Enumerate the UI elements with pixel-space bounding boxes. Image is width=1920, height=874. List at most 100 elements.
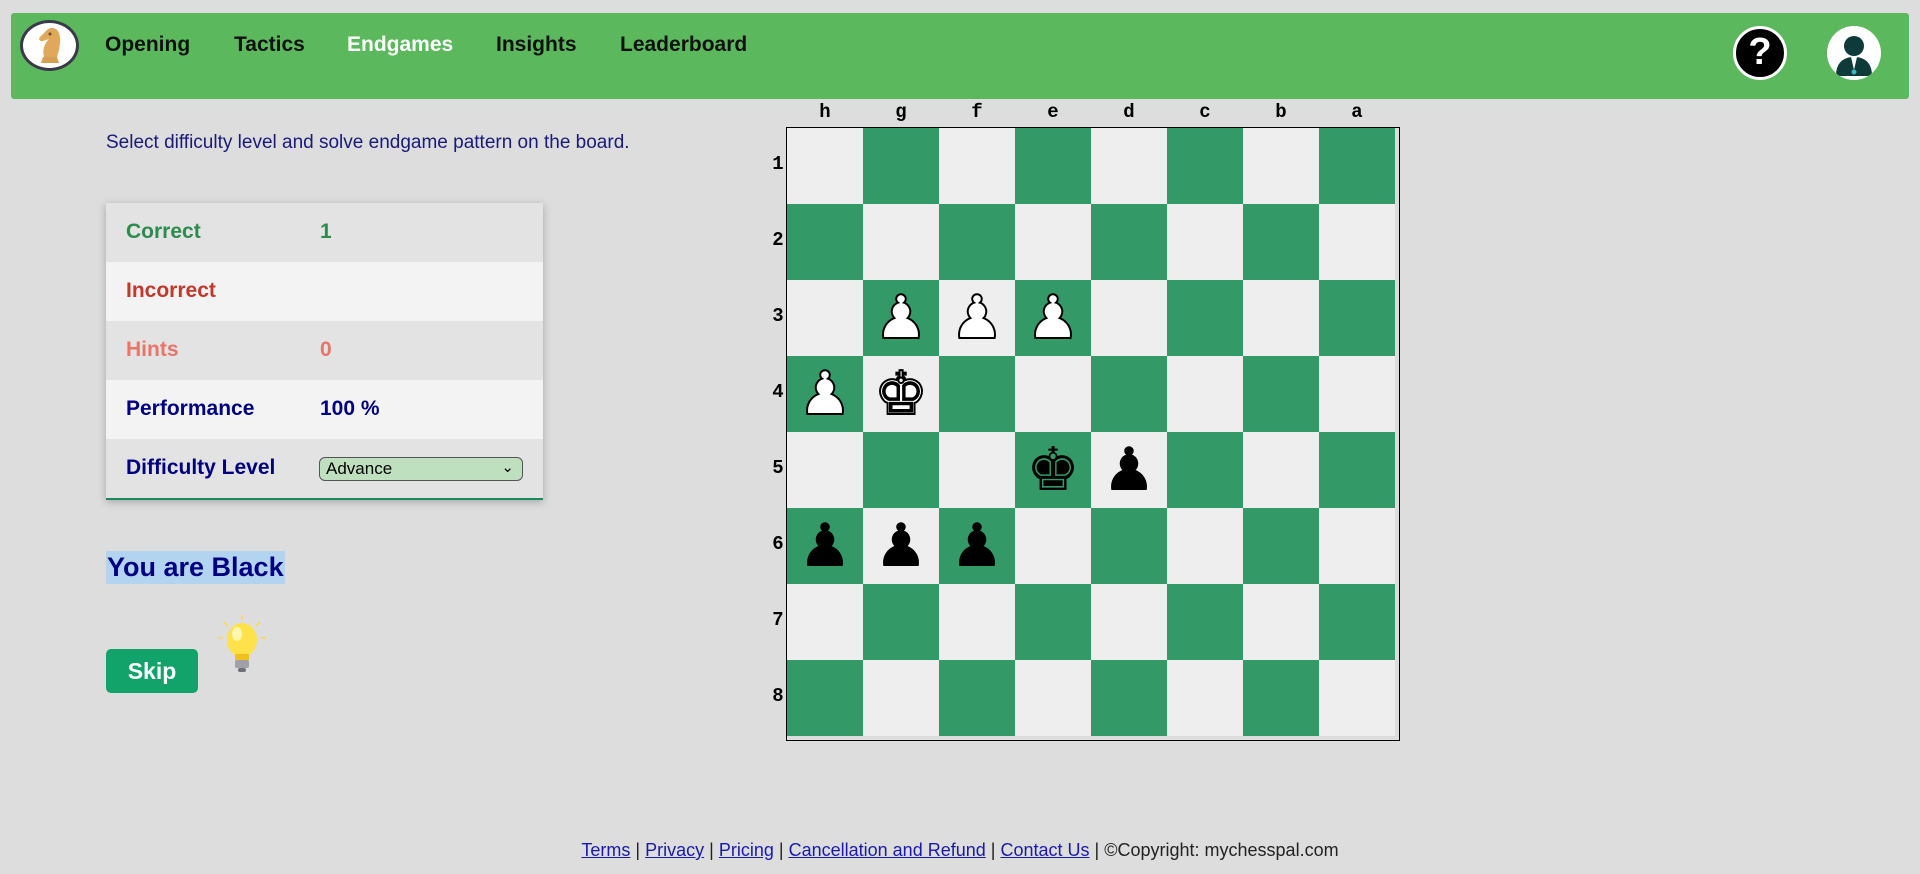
footer-link-cancellation[interactable]: Cancellation and Refund <box>789 840 986 860</box>
square-e8[interactable] <box>1015 660 1091 736</box>
footer-link-privacy[interactable]: Privacy <box>645 840 704 860</box>
nav-leaderboard[interactable]: Leaderboard <box>620 33 747 57</box>
footer-separator: | <box>709 840 714 860</box>
skip-button[interactable]: Skip <box>106 649 198 693</box>
square-c8[interactable] <box>1167 660 1243 736</box>
difficulty-select[interactable]: Advance ⌄ <box>319 457 523 481</box>
white-pawn-icon[interactable]: ♟ <box>863 280 939 356</box>
square-f8[interactable] <box>939 660 1015 736</box>
square-g5[interactable] <box>863 432 939 508</box>
rank-label-8: 8 <box>772 685 784 707</box>
square-d4[interactable] <box>1091 356 1167 432</box>
square-f1[interactable] <box>939 128 1015 204</box>
square-g1[interactable] <box>863 128 939 204</box>
square-g8[interactable] <box>863 660 939 736</box>
square-b8[interactable] <box>1243 660 1319 736</box>
square-a7[interactable] <box>1319 584 1395 660</box>
user-avatar-icon[interactable] <box>1827 26 1881 80</box>
stat-row-difficulty: Difficulty Level Advance ⌄ <box>106 439 543 498</box>
square-d7[interactable] <box>1091 584 1167 660</box>
square-d1[interactable] <box>1091 128 1167 204</box>
performance-label: Performance <box>126 397 255 420</box>
white-pawn-icon[interactable]: ♟ <box>787 356 863 432</box>
square-h7[interactable] <box>787 584 863 660</box>
square-h2[interactable] <box>787 204 863 280</box>
square-b1[interactable] <box>1243 128 1319 204</box>
footer-link-contact[interactable]: Contact Us <box>1000 840 1089 860</box>
white-pawn-icon[interactable]: ♟ <box>939 280 1015 356</box>
stat-row-incorrect: Incorrect <box>106 262 543 321</box>
chess-board[interactable]: ♟ ♟ ♟ ♟ ♚ ♚ ♟ ♟ ♟ ♟ <box>786 127 1400 741</box>
rank-label-4: 4 <box>772 381 784 403</box>
square-a8[interactable] <box>1319 660 1395 736</box>
white-king-icon[interactable]: ♚ <box>863 356 939 432</box>
square-b5[interactable] <box>1243 432 1319 508</box>
square-d2[interactable] <box>1091 204 1167 280</box>
square-f7[interactable] <box>939 584 1015 660</box>
square-e1[interactable] <box>1015 128 1091 204</box>
correct-label: Correct <box>126 220 201 243</box>
square-c6[interactable] <box>1167 508 1243 584</box>
footer-separator: | <box>990 840 996 860</box>
square-b6[interactable] <box>1243 508 1319 584</box>
square-f5[interactable] <box>939 432 1015 508</box>
square-a6[interactable] <box>1319 508 1395 584</box>
square-b2[interactable] <box>1243 204 1319 280</box>
rank-label-7: 7 <box>772 609 784 631</box>
square-b4[interactable] <box>1243 356 1319 432</box>
help-icon[interactable]: ? <box>1733 26 1787 80</box>
square-e4[interactable] <box>1015 356 1091 432</box>
square-b3[interactable] <box>1243 280 1319 356</box>
square-a2[interactable] <box>1319 204 1395 280</box>
square-d6[interactable] <box>1091 508 1167 584</box>
square-b7[interactable] <box>1243 584 1319 660</box>
square-c3[interactable] <box>1167 280 1243 356</box>
black-pawn-icon[interactable]: ♟ <box>1091 432 1167 508</box>
footer-link-pricing[interactable]: Pricing <box>719 840 774 860</box>
file-label-a: a <box>1351 101 1363 123</box>
nav-tactics[interactable]: Tactics <box>234 33 305 57</box>
rank-label-3: 3 <box>772 305 784 327</box>
square-a3[interactable] <box>1319 280 1395 356</box>
square-e2[interactable] <box>1015 204 1091 280</box>
square-a4[interactable] <box>1319 356 1395 432</box>
square-g7[interactable] <box>863 584 939 660</box>
square-a5[interactable] <box>1319 432 1395 508</box>
hint-lightbulb-icon[interactable] <box>216 614 268 676</box>
file-label-b: b <box>1275 101 1287 123</box>
square-c4[interactable] <box>1167 356 1243 432</box>
square-d3[interactable] <box>1091 280 1167 356</box>
file-label-e: e <box>1047 101 1059 123</box>
black-pawn-icon[interactable]: ♟ <box>863 508 939 584</box>
square-a1[interactable] <box>1319 128 1395 204</box>
square-h5[interactable] <box>787 432 863 508</box>
square-g2[interactable] <box>863 204 939 280</box>
square-f2[interactable] <box>939 204 1015 280</box>
white-pawn-icon[interactable]: ♟ <box>1015 280 1091 356</box>
square-c1[interactable] <box>1167 128 1243 204</box>
square-f4[interactable] <box>939 356 1015 432</box>
square-e7[interactable] <box>1015 584 1091 660</box>
square-e6[interactable] <box>1015 508 1091 584</box>
nav-insights[interactable]: Insights <box>496 33 577 57</box>
nav-endgames[interactable]: Endgames <box>347 33 453 57</box>
square-h1[interactable] <box>787 128 863 204</box>
file-label-g: g <box>895 101 907 123</box>
square-h8[interactable] <box>787 660 863 736</box>
instruction-text: Select difficulty level and solve endgam… <box>106 132 630 153</box>
rank-label-5: 5 <box>772 457 784 479</box>
footer-separator: | <box>635 840 641 860</box>
square-c2[interactable] <box>1167 204 1243 280</box>
black-king-icon[interactable]: ♚ <box>1015 432 1091 508</box>
stats-panel: Correct 1 Incorrect Hints 0 Performance … <box>106 203 543 500</box>
nav-opening[interactable]: Opening <box>105 33 190 57</box>
logo-knight-icon[interactable] <box>20 20 79 71</box>
square-d8[interactable] <box>1091 660 1167 736</box>
square-c5[interactable] <box>1167 432 1243 508</box>
square-h3[interactable] <box>787 280 863 356</box>
footer-link-terms[interactable]: Terms <box>581 840 630 860</box>
black-pawn-icon[interactable]: ♟ <box>939 508 1015 584</box>
black-pawn-icon[interactable]: ♟ <box>787 508 863 584</box>
player-side-text: You are Black <box>106 551 285 584</box>
square-c7[interactable] <box>1167 584 1243 660</box>
